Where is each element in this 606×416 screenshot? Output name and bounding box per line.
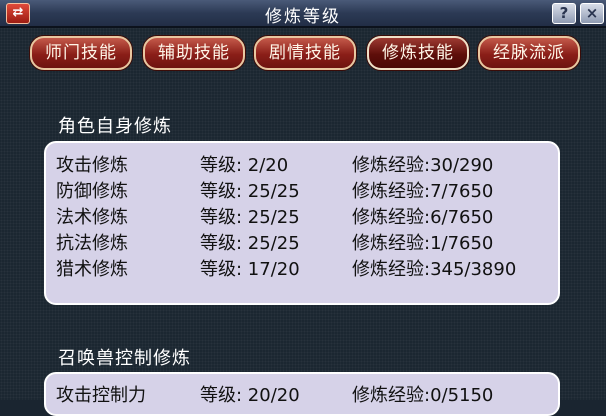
cultivation-exp: 修炼经验:1/7650: [352, 233, 494, 254]
window-title: 修炼等级: [265, 7, 341, 27]
character-cultivation-panel: 攻击修炼 等级: 2/20 修炼经验:30/290 防御修炼 等级: 25/25…: [44, 141, 560, 305]
cultivation-level: 等级: 2/20: [200, 155, 289, 176]
tab-school-skills[interactable]: 师门技能: [30, 36, 132, 70]
cultivation-level: 等级: 25/25: [200, 207, 300, 228]
list-item: 攻击控制力 等级: 20/20 修炼经验:0/5150: [46, 381, 558, 406]
cultivation-level: 等级: 20/20: [200, 385, 300, 406]
character-cultivation-title: 角色自身修炼: [58, 116, 172, 137]
cultivation-name: 猎术修炼: [56, 259, 128, 280]
list-item: 猎术修炼 等级: 17/20 修炼经验:345/3890: [46, 255, 558, 280]
pet-control-cultivation-title: 召唤兽控制修炼: [58, 348, 191, 369]
cultivation-name: 攻击修炼: [56, 155, 128, 176]
list-item: 防御修炼 等级: 25/25 修炼经验:7/7650: [46, 177, 558, 202]
cultivation-level: 等级: 17/20: [200, 259, 300, 280]
cultivation-exp: 修炼经验:7/7650: [352, 181, 494, 202]
title-bar[interactable]: ⇄ 修炼等级 ? ×: [0, 0, 606, 28]
tab-meridian-school[interactable]: 经脉流派: [478, 36, 580, 70]
skill-tabs: 师门技能 辅助技能 剧情技能 修炼技能 经脉流派: [0, 36, 606, 70]
cultivation-exp: 修炼经验:6/7650: [352, 207, 494, 228]
cultivation-exp: 修炼经验:30/290: [352, 155, 494, 176]
cultivation-level: 等级: 25/25: [200, 233, 300, 254]
cultivation-exp: 修炼经验:0/5150: [352, 385, 494, 406]
tab-story-skills[interactable]: 剧情技能: [254, 36, 356, 70]
cultivation-name: 攻击控制力: [56, 385, 146, 406]
cultivation-level-window: ⇄ 修炼等级 ? × 师门技能 辅助技能 剧情技能 修炼技能 经脉流派 角色自身…: [0, 0, 606, 416]
tab-support-skills[interactable]: 辅助技能: [143, 36, 245, 70]
cultivation-name: 防御修炼: [56, 181, 128, 202]
list-item: 抗法修炼 等级: 25/25 修炼经验:1/7650: [46, 229, 558, 254]
cultivation-exp: 修炼经验:345/3890: [352, 259, 517, 280]
cultivation-name: 法术修炼: [56, 207, 128, 228]
list-item: 攻击修炼 等级: 2/20 修炼经验:30/290: [46, 151, 558, 176]
cultivation-level: 等级: 25/25: [200, 181, 300, 202]
list-item: 法术修炼 等级: 25/25 修炼经验:6/7650: [46, 203, 558, 228]
close-button[interactable]: ×: [580, 3, 604, 24]
pet-control-cultivation-panel: 攻击控制力 等级: 20/20 修炼经验:0/5150: [44, 372, 560, 416]
cultivation-name: 抗法修炼: [56, 233, 128, 254]
help-button[interactable]: ?: [552, 3, 576, 24]
tab-cultivation-skills[interactable]: 修炼技能: [367, 36, 469, 70]
